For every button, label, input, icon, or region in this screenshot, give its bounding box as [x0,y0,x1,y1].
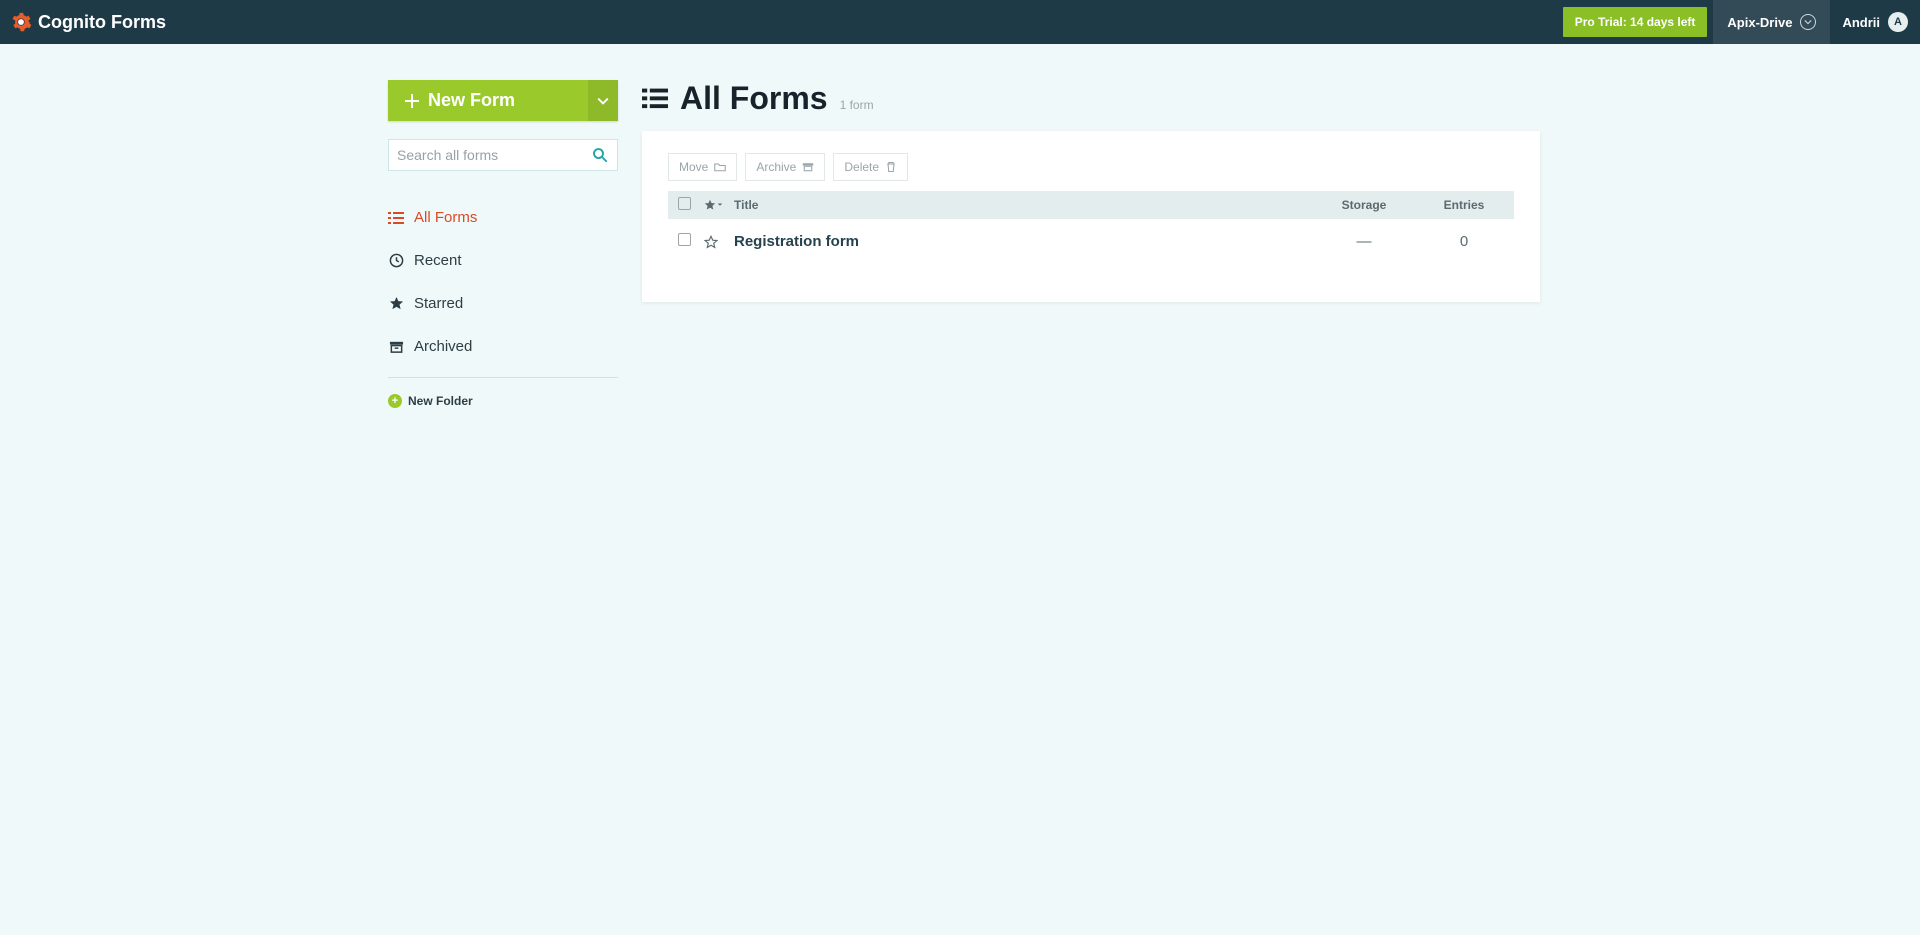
gear-icon [10,11,32,33]
header-right: Pro Trial: 14 days left Apix-Drive Andri… [1563,0,1920,44]
nav-label: Starred [414,295,463,312]
select-all-checkbox[interactable] [678,197,691,210]
page-title-row: All Forms 1 form [642,80,1540,117]
folder-icon [714,161,726,173]
star-icon [388,296,404,312]
th-entries[interactable]: Entries [1424,198,1504,212]
td-star [704,235,734,249]
td-checkbox [678,233,704,250]
app-header: Cognito Forms Pro Trial: 14 days left Ap… [0,0,1920,44]
sidebar: New Form All Forms Recent [388,80,618,408]
nav-recent[interactable]: Recent [388,244,618,277]
table-header: Title Storage Entries [668,191,1514,219]
star-outline-icon[interactable] [704,235,718,249]
bulk-actions: Move Archive Delete [668,153,1514,181]
archive-label: Archive [756,160,796,174]
trash-icon [885,161,897,173]
chevron-down-icon [597,95,609,107]
forms-panel: Move Archive Delete [642,131,1540,302]
move-label: Move [679,160,708,174]
list-icon [642,87,668,111]
archive-icon [388,339,404,355]
clock-icon [388,253,404,269]
search-wrap [388,139,618,171]
avatar: A [1888,12,1908,32]
user-name: Andrii [1842,15,1880,30]
new-form-button[interactable]: New Form [388,80,588,121]
brand-logo[interactable]: Cognito Forms [10,11,166,33]
delete-label: Delete [844,160,879,174]
page-title: All Forms [680,80,828,117]
main: All Forms 1 form Move Archive Delete [642,80,1540,408]
nav: All Forms Recent Starred Archived [388,201,618,363]
org-menu[interactable]: Apix-Drive [1713,0,1830,44]
archive-icon [802,161,814,173]
archive-button[interactable]: Archive [745,153,825,181]
org-name: Apix-Drive [1727,15,1792,30]
search-icon[interactable] [591,146,609,164]
new-form-dropdown[interactable] [588,80,618,121]
table-row: Registration form — 0 [668,219,1514,264]
chevron-down-icon [1800,14,1816,30]
nav-all-forms[interactable]: All Forms [388,201,618,234]
th-title[interactable]: Title [734,198,1304,212]
form-storage: — [1304,233,1424,250]
trial-badge[interactable]: Pro Trial: 14 days left [1563,7,1708,37]
nav-label: Archived [414,338,472,355]
nav-label: Recent [414,252,462,269]
nav-starred[interactable]: Starred [388,287,618,320]
new-folder-label: New Folder [408,394,473,408]
divider [388,377,618,378]
form-title-link[interactable]: Registration form [734,233,1304,250]
move-button[interactable]: Move [668,153,737,181]
page-count: 1 form [840,98,874,112]
new-form-group: New Form [388,80,618,121]
new-form-label: New Form [428,90,515,111]
th-star[interactable] [704,199,734,211]
user-menu[interactable]: Andrii A [1830,0,1920,44]
form-entries: 0 [1424,233,1504,250]
plus-icon [404,93,420,109]
delete-button[interactable]: Delete [833,153,908,181]
nav-archived[interactable]: Archived [388,330,618,363]
caret-down-icon [717,202,723,208]
search-input[interactable] [397,147,591,163]
th-checkbox [678,197,704,213]
brand-name: Cognito Forms [38,12,166,33]
star-icon [704,199,716,211]
row-checkbox[interactable] [678,233,691,246]
th-storage[interactable]: Storage [1304,198,1424,212]
plus-circle-icon: + [388,394,402,408]
nav-label: All Forms [414,209,477,226]
list-icon [388,210,404,226]
page: New Form All Forms Recent [180,44,1740,408]
new-folder-button[interactable]: + New Folder [388,394,618,408]
